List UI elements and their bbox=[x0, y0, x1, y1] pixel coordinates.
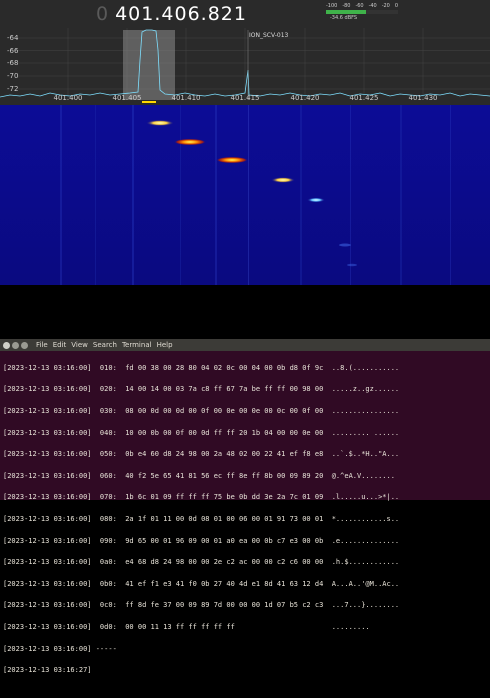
frequency-value: 401.406.821 bbox=[115, 3, 247, 25]
signal-trace bbox=[347, 263, 357, 267]
black-area bbox=[0, 285, 490, 339]
sdr-window: 0 401.406.821 -64 -66 -68 -70 -72 401.400… bbox=[0, 0, 490, 285]
waterfall-display[interactable] bbox=[0, 105, 490, 285]
terminal-line: [2023-12-13 03:16:00] 070: 1b 6c 01 09 f… bbox=[3, 493, 400, 502]
x-label: 401.430 bbox=[408, 94, 438, 102]
terminal-line: [2023-12-13 03:16:00] 0b0: 41 ef f1 e3 4… bbox=[3, 579, 400, 588]
meter-tick: -60 bbox=[355, 3, 364, 9]
meter-fill bbox=[326, 10, 366, 14]
terminal-titlebar[interactable]: File Edit View Search Terminal Help bbox=[0, 339, 490, 351]
waterfall-background bbox=[0, 105, 490, 285]
menu-view[interactable]: View bbox=[71, 341, 88, 349]
terminal-line: [2023-12-13 03:16:00] 030: 08 00 0d 00 0… bbox=[3, 406, 400, 415]
y-label: -70 bbox=[7, 72, 19, 80]
x-label: 401.400 bbox=[53, 94, 83, 102]
signal-trace bbox=[146, 120, 174, 126]
menu-search[interactable]: Search bbox=[93, 341, 117, 349]
terminal-line: [2023-12-13 03:16:00] 0c0: ff 8d fe 37 0… bbox=[3, 601, 400, 610]
terminal-output[interactable]: [2023-12-13 03:16:00] 010: fd 00 38 00 2… bbox=[0, 351, 490, 698]
x-label: 401.420 bbox=[290, 94, 320, 102]
minimize-icon[interactable] bbox=[12, 341, 19, 349]
x-label: 401.410 bbox=[171, 94, 201, 102]
terminal-window[interactable]: File Edit View Search Terminal Help [202… bbox=[0, 339, 490, 674]
meter-tick: -40 bbox=[368, 3, 377, 9]
terminal-line: [2023-12-13 03:16:27] bbox=[3, 666, 92, 675]
signal-trace bbox=[307, 197, 325, 203]
terminal-line: [2023-12-13 03:16:00] 090: 9d 65 00 01 9… bbox=[3, 536, 400, 545]
y-label: -72 bbox=[7, 85, 19, 93]
meter-tick: -20 bbox=[381, 3, 390, 9]
terminal-menubar: File Edit View Search Terminal Help bbox=[36, 341, 178, 349]
frequency-prefix: 0 bbox=[96, 3, 110, 25]
terminal-line: [2023-12-13 03:16:00] ----- bbox=[3, 644, 117, 653]
menu-help[interactable]: Help bbox=[157, 341, 173, 349]
frequency-display[interactable]: 0 401.406.821 bbox=[96, 3, 247, 25]
meter-tick: 0 bbox=[394, 3, 398, 9]
signal-meter: -100 -80 -60 -40 -20 0 -34.6 dBFS bbox=[326, 3, 398, 25]
x-label: 401.405 bbox=[112, 94, 142, 102]
maximize-icon[interactable] bbox=[21, 341, 28, 349]
tuning-indicator bbox=[142, 101, 156, 103]
meter-value: -34.6 dBFS bbox=[330, 15, 358, 21]
terminal-line: [2023-12-13 03:16:00] 060: 40 f2 5e 65 4… bbox=[3, 471, 400, 480]
menu-file[interactable]: File bbox=[36, 341, 48, 349]
signal-trace bbox=[339, 243, 351, 247]
terminal-line: [2023-12-13 03:16:00] 010: fd 00 38 00 2… bbox=[3, 363, 400, 372]
terminal-line: [2023-12-13 03:16:00] 0a0: e4 68 d8 24 9… bbox=[3, 558, 400, 567]
terminal-line: [2023-12-13 03:16:00] 020: 14 00 14 00 0… bbox=[3, 385, 400, 394]
close-icon[interactable] bbox=[3, 341, 10, 349]
meter-scale: -100 -80 -60 -40 -20 0 bbox=[326, 3, 398, 9]
spectrum-panel[interactable]: 0 401.406.821 -64 -66 -68 -70 -72 401.400… bbox=[0, 0, 490, 105]
filter-passband bbox=[123, 30, 175, 100]
signal-trace bbox=[271, 177, 295, 183]
signal-trace bbox=[216, 156, 248, 164]
meter-tick: -80 bbox=[342, 3, 351, 9]
terminal-line: [2023-12-13 03:16:00] 040: 10 00 0b 00 0… bbox=[3, 428, 400, 437]
marker-label: ION_SCV-013 bbox=[249, 32, 289, 39]
meter-bar bbox=[326, 10, 398, 14]
menu-edit[interactable]: Edit bbox=[53, 341, 67, 349]
signal-trace bbox=[174, 138, 206, 146]
menu-terminal[interactable]: Terminal bbox=[122, 341, 152, 349]
terminal-line: [2023-12-13 03:16:00] 080: 2a 1f 01 11 0… bbox=[3, 514, 400, 523]
y-label: -64 bbox=[7, 34, 19, 42]
x-label: 401.425 bbox=[349, 94, 379, 102]
x-label: 401.415 bbox=[230, 94, 260, 102]
y-label: -66 bbox=[7, 47, 19, 55]
meter-tick: -100 bbox=[326, 3, 338, 9]
terminal-line: [2023-12-13 03:16:00] 050: 0b e4 60 d8 2… bbox=[3, 450, 400, 459]
terminal-line: [2023-12-13 03:16:00] 0d0: 00 00 11 13 f… bbox=[3, 622, 370, 631]
y-label: -68 bbox=[7, 59, 19, 67]
